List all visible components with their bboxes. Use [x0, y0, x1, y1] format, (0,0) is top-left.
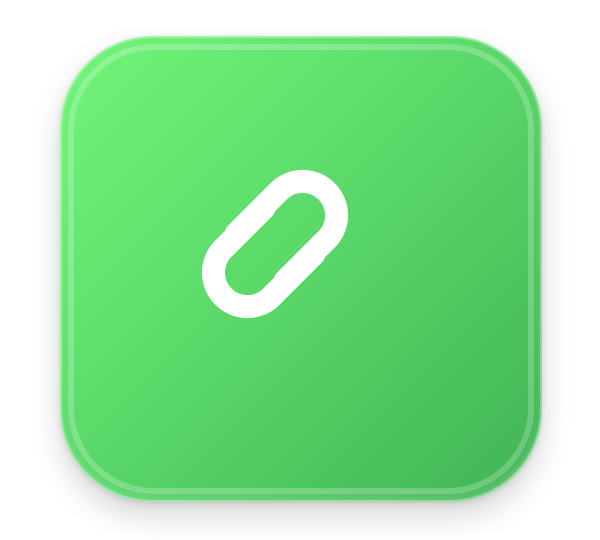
link-chain-loop-lower [201, 196, 326, 319]
canvas [0, 0, 600, 540]
link-icon [201, 169, 349, 319]
